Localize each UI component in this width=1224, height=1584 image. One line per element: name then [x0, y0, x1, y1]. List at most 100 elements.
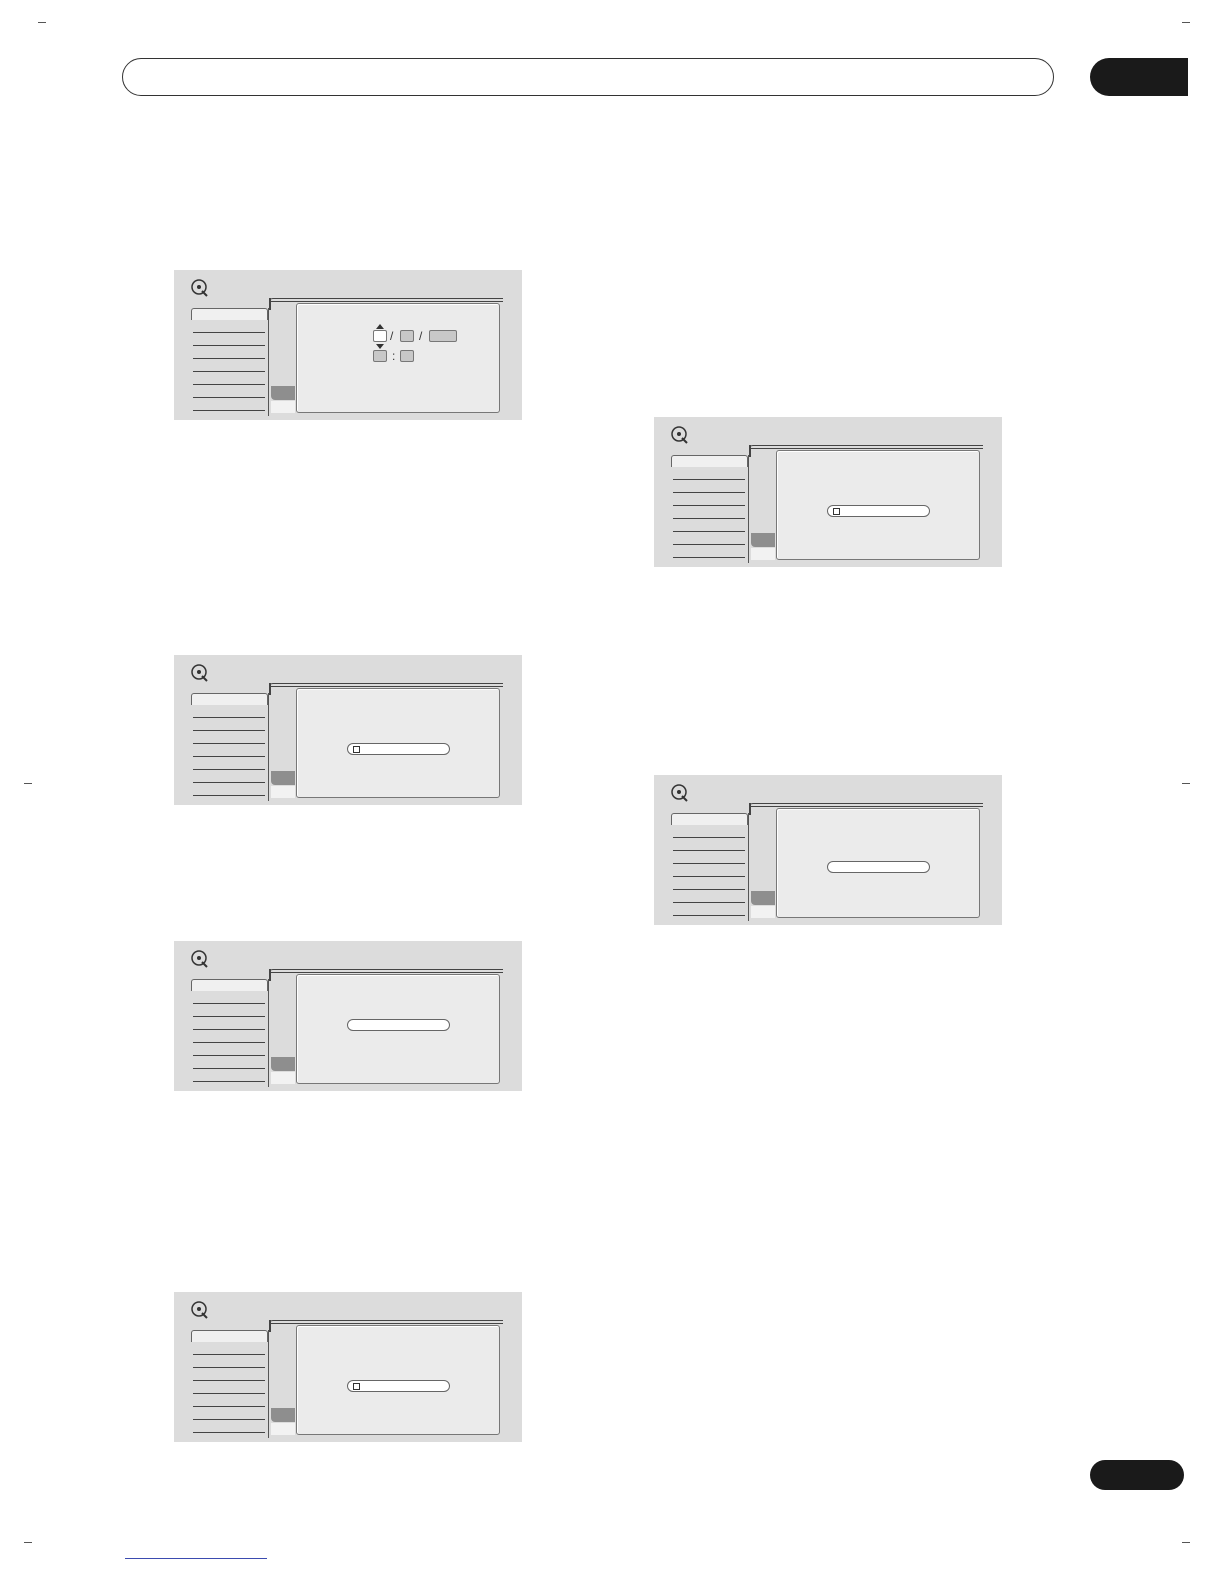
settings-panel [296, 688, 500, 798]
settings-screen [174, 941, 522, 1091]
checkbox-icon[interactable] [353, 746, 360, 753]
footer-rule [125, 1558, 267, 1559]
submenu-tab-selected[interactable] [751, 533, 775, 547]
menu-item[interactable] [193, 1432, 265, 1433]
submenu-tab[interactable] [751, 906, 775, 918]
time-separator: : [392, 349, 396, 363]
month-field[interactable] [373, 330, 387, 342]
menu-category-list[interactable] [191, 1330, 269, 1438]
submenu-tab[interactable] [271, 786, 295, 798]
menu-category-list[interactable] [191, 308, 269, 416]
menu-item[interactable] [193, 782, 265, 783]
menu-item[interactable] [193, 1406, 265, 1407]
menu-item[interactable] [193, 717, 265, 718]
menu-item[interactable] [193, 769, 265, 770]
menu-category-list[interactable] [191, 693, 269, 801]
menu-category-list[interactable] [671, 455, 749, 563]
menu-connector [749, 445, 751, 457]
menu-item[interactable] [193, 1419, 265, 1420]
menu-item[interactable] [193, 1016, 265, 1017]
minute-field[interactable] [400, 350, 414, 362]
menu-tab-active[interactable] [671, 455, 748, 467]
menu-tab-active[interactable] [191, 308, 268, 320]
menu-connector [269, 969, 271, 981]
menu-item[interactable] [193, 358, 265, 359]
menu-category-list[interactable] [191, 979, 269, 1087]
menu-item[interactable] [673, 492, 745, 493]
submenu-tab[interactable] [271, 401, 295, 413]
menu-item[interactable] [673, 479, 745, 480]
submenu-tab-selected[interactable] [271, 1057, 295, 1071]
submenu-tab[interactable] [271, 1423, 295, 1435]
checkbox-icon[interactable] [353, 1383, 360, 1390]
submenu-tab[interactable] [271, 1072, 295, 1084]
option-field[interactable] [827, 861, 930, 873]
menu-item[interactable] [193, 1367, 265, 1368]
menu-item[interactable] [193, 795, 265, 796]
menu-item[interactable] [193, 1380, 265, 1381]
menu-item[interactable] [193, 384, 265, 385]
submenu-tab[interactable] [751, 548, 775, 560]
year-field[interactable] [429, 330, 457, 342]
menu-item[interactable] [193, 1055, 265, 1056]
menu-item[interactable] [193, 345, 265, 346]
arrow-down-icon[interactable] [376, 344, 384, 349]
menu-item[interactable] [193, 730, 265, 731]
menu-item[interactable] [673, 531, 745, 532]
menu-item[interactable] [193, 397, 265, 398]
submenu-tab-selected[interactable] [751, 891, 775, 905]
menu-item[interactable] [193, 1068, 265, 1069]
disc-settings-icon [191, 664, 208, 682]
menu-item[interactable] [193, 1393, 265, 1394]
disc-settings-icon [671, 426, 688, 444]
hour-field[interactable] [373, 350, 387, 362]
disc-settings-icon [191, 279, 208, 297]
menu-item[interactable] [673, 876, 745, 877]
submenu-tab-selected[interactable] [271, 386, 295, 400]
menu-item[interactable] [673, 544, 745, 545]
menu-connector [269, 1320, 271, 1332]
disc-settings-icon [671, 784, 688, 802]
menu-tab-active[interactable] [191, 979, 268, 991]
menu-item[interactable] [673, 863, 745, 864]
option-field[interactable] [347, 1019, 450, 1031]
menu-item[interactable] [673, 518, 745, 519]
crop-mark [1182, 22, 1190, 23]
menu-top-rule [269, 683, 503, 687]
submenu-tab-selected[interactable] [271, 1408, 295, 1422]
menu-item[interactable] [193, 1029, 265, 1030]
crop-mark [38, 22, 46, 23]
menu-item[interactable] [673, 850, 745, 851]
menu-tab-active[interactable] [671, 813, 748, 825]
menu-item[interactable] [193, 371, 265, 372]
option-field[interactable] [347, 743, 450, 755]
menu-top-rule [269, 969, 503, 973]
menu-tab-active[interactable] [191, 1330, 268, 1342]
menu-item[interactable] [193, 743, 265, 744]
menu-item[interactable] [673, 505, 745, 506]
menu-item[interactable] [193, 332, 265, 333]
crop-mark [1182, 1542, 1190, 1543]
menu-item[interactable] [193, 1042, 265, 1043]
settings-panel [776, 450, 980, 560]
menu-tab-active[interactable] [191, 693, 268, 705]
menu-item[interactable] [193, 410, 265, 411]
menu-item[interactable] [193, 1003, 265, 1004]
menu-item[interactable] [673, 902, 745, 903]
option-field[interactable] [347, 1380, 450, 1392]
menu-connector [269, 683, 271, 695]
checkbox-icon[interactable] [833, 508, 840, 515]
menu-category-list[interactable] [671, 813, 749, 921]
arrow-up-icon[interactable] [376, 324, 384, 329]
menu-item[interactable] [673, 889, 745, 890]
menu-item[interactable] [193, 756, 265, 757]
menu-item[interactable] [193, 1081, 265, 1082]
day-field[interactable] [400, 330, 414, 342]
submenu-tab-selected[interactable] [271, 771, 295, 785]
menu-item[interactable] [193, 1354, 265, 1355]
menu-item[interactable] [673, 557, 745, 558]
option-field[interactable] [827, 505, 930, 517]
date-separator: / [390, 329, 394, 343]
menu-item[interactable] [673, 837, 745, 838]
menu-item[interactable] [673, 915, 745, 916]
